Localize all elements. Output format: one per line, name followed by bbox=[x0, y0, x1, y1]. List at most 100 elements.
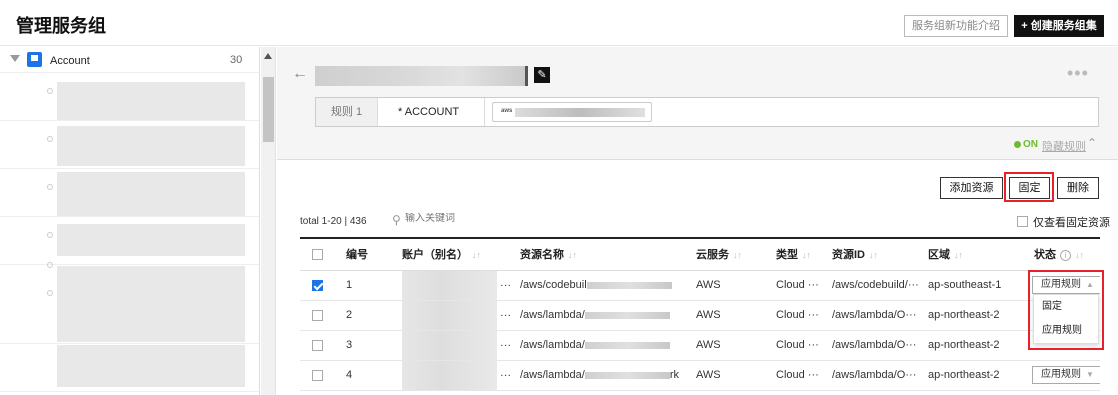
table-row[interactable]: 1 ··· /aws/codebuil AWS Cloud ··· /aws/c… bbox=[300, 270, 1100, 301]
highlight-box bbox=[1004, 172, 1054, 202]
column-header-region[interactable]: 区域 ↓↑ bbox=[928, 237, 1028, 271]
rule-row: 规则 1 * ACCOUNT aws bbox=[315, 97, 1099, 127]
row-checkbox-cell[interactable] bbox=[300, 360, 346, 391]
tree-item[interactable] bbox=[0, 122, 259, 169]
service-group-tree: Account 30 bbox=[0, 47, 260, 395]
select-all-cell[interactable] bbox=[300, 237, 346, 271]
sort-icon[interactable]: ↓↑ bbox=[472, 250, 481, 260]
sort-icon[interactable]: ↓↑ bbox=[568, 250, 577, 260]
scroll-up-arrow-icon[interactable] bbox=[264, 53, 272, 59]
radio-icon[interactable] bbox=[47, 290, 53, 296]
resource-name-cell: /aws/codebuil bbox=[520, 270, 696, 301]
row-checkbox-cell[interactable] bbox=[300, 270, 346, 301]
more-options-icon[interactable]: ••• bbox=[1067, 63, 1089, 84]
sort-icon[interactable]: ↓↑ bbox=[1075, 250, 1084, 260]
back-arrow-icon[interactable]: ← bbox=[292, 65, 308, 83]
row-no: 1 bbox=[346, 270, 402, 301]
chevron-up-icon[interactable]: ⌃ bbox=[1087, 136, 1097, 150]
resource-name-cell: /aws/lambda/rk bbox=[520, 360, 696, 391]
resource-id-cell: /aws/lambda/O··· bbox=[832, 330, 928, 361]
sort-icon[interactable]: ↓↑ bbox=[954, 250, 963, 260]
resource-name-redacted bbox=[584, 341, 670, 349]
table-row[interactable]: 2 ··· /aws/lambda/ AWS Cloud ··· /aws/la… bbox=[300, 300, 1100, 331]
radio-icon[interactable] bbox=[47, 184, 53, 190]
radio-icon[interactable] bbox=[47, 136, 53, 142]
region-cell: ap-northeast-2 bbox=[928, 360, 1028, 391]
row-checkbox-cell[interactable] bbox=[300, 330, 346, 361]
type-cell: Cloud ··· bbox=[776, 360, 832, 391]
rule-value-tag[interactable]: aws bbox=[492, 102, 652, 122]
sort-icon[interactable]: ↓↑ bbox=[802, 250, 811, 260]
table-header-row: 编号 账户（别名） ↓↑ 资源名称 ↓↑ 云服务 ↓↑ 类型 ↓↑ 资源ID ↓↑ 区域 ↓… bbox=[300, 237, 1100, 271]
edit-pencil-icon[interactable]: ✎ bbox=[534, 67, 550, 83]
group-detail-panel: ← ✎ ••• 规则 1 * ACCOUNT aws ON 隐藏规则 ⌃ bbox=[277, 47, 1118, 160]
column-header-resource-id[interactable]: 资源ID ↓↑ bbox=[832, 237, 928, 271]
resource-name-cell: /aws/lambda/ bbox=[520, 300, 696, 331]
redacted-item-name bbox=[57, 345, 245, 387]
table-row[interactable]: 3 ··· /aws/lambda/ AWS Cloud ··· /aws/la… bbox=[300, 330, 1100, 361]
delete-button[interactable]: 删除 bbox=[1057, 177, 1099, 199]
account-redacted bbox=[402, 300, 497, 329]
resource-name-redacted bbox=[586, 281, 672, 289]
radio-icon[interactable] bbox=[47, 232, 53, 238]
row-checkbox[interactable] bbox=[312, 369, 323, 381]
column-header-type[interactable]: 类型 ↓↑ bbox=[776, 237, 832, 271]
resource-id-cell: /aws/codebuild/··· bbox=[832, 270, 928, 301]
total-count: total 1-20 | 436 bbox=[300, 216, 367, 227]
column-header-cloud-service[interactable]: 云服务 ↓↑ bbox=[696, 237, 776, 271]
row-no: 3 bbox=[346, 330, 402, 361]
redacted-item-name bbox=[57, 172, 245, 216]
top-bar: 管理服务组 服务组新功能介绍 + 创建服务组集 bbox=[0, 0, 1118, 46]
column-header-no: 编号 bbox=[346, 237, 402, 271]
resource-table: 编号 账户（别名） ↓↑ 资源名称 ↓↑ 云服务 ↓↑ 类型 ↓↑ 资源ID ↓↑ 区域 ↓… bbox=[300, 237, 1100, 391]
search-icon: ⚲ bbox=[392, 213, 401, 227]
status-on-dot-icon bbox=[1014, 141, 1021, 148]
tree-root-account[interactable]: Account 30 bbox=[0, 47, 259, 73]
account-cell: ··· bbox=[402, 360, 520, 391]
radio-icon[interactable] bbox=[47, 262, 53, 268]
feature-intro-button[interactable]: 服务组新功能介绍 bbox=[904, 15, 1008, 37]
tree-item[interactable] bbox=[0, 345, 259, 392]
row-checkbox-cell[interactable] bbox=[300, 300, 346, 331]
column-header-resource-name[interactable]: 资源名称 ↓↑ bbox=[520, 237, 696, 271]
info-icon[interactable]: i bbox=[1060, 250, 1071, 262]
region-cell: ap-southeast-1 bbox=[928, 270, 1028, 301]
fixed-only-filter[interactable]: 仅查看固定资源 bbox=[1017, 215, 1110, 229]
scroll-thumb[interactable] bbox=[263, 77, 274, 142]
account-cell: ··· bbox=[402, 330, 520, 361]
hide-rule-link[interactable]: 隐藏规则 bbox=[1042, 138, 1086, 154]
rule-key: * ACCOUNT bbox=[398, 106, 460, 118]
tree-item[interactable] bbox=[0, 170, 259, 217]
row-checkbox[interactable] bbox=[312, 279, 323, 291]
sort-icon[interactable]: ↓↑ bbox=[869, 250, 878, 260]
flag-icon bbox=[27, 52, 42, 67]
radio-icon[interactable] bbox=[47, 88, 53, 94]
caret-down-icon: ▼ bbox=[1086, 370, 1094, 379]
tree-root-count: 30 bbox=[230, 54, 243, 66]
type-cell: Cloud ··· bbox=[776, 330, 832, 361]
search-input[interactable] bbox=[405, 213, 605, 224]
divider bbox=[484, 98, 485, 126]
status-dropdown[interactable]: 应用规则 ▼ bbox=[1032, 366, 1100, 384]
column-header-status[interactable]: 状态 i ↓↑ bbox=[1028, 237, 1100, 271]
tree-scrollbar[interactable] bbox=[261, 47, 276, 395]
status-cell: 应用规则 ▼ bbox=[1028, 360, 1100, 391]
column-header-account[interactable]: 账户（别名） ↓↑ bbox=[402, 237, 520, 271]
collapse-arrow-icon[interactable] bbox=[10, 55, 20, 62]
row-checkbox[interactable] bbox=[312, 309, 323, 321]
add-resource-button[interactable]: 添加资源 bbox=[940, 177, 1003, 199]
tree-item[interactable] bbox=[0, 74, 259, 121]
resource-id-cell: /aws/lambda/O··· bbox=[832, 300, 928, 331]
tree-item[interactable] bbox=[0, 218, 259, 265]
redacted-item-name bbox=[57, 266, 245, 342]
resource-name-cell: /aws/lambda/ bbox=[520, 330, 696, 361]
select-all-checkbox[interactable] bbox=[312, 248, 323, 260]
create-service-group-button[interactable]: + 创建服务组集 bbox=[1014, 15, 1104, 37]
account-cell: ··· bbox=[402, 270, 520, 301]
fixed-only-checkbox[interactable] bbox=[1017, 215, 1028, 227]
sort-icon[interactable]: ↓↑ bbox=[733, 250, 742, 260]
row-checkbox[interactable] bbox=[312, 339, 323, 351]
tree-item[interactable] bbox=[0, 262, 259, 344]
table-row[interactable]: 4 ··· /aws/lambda/rk AWS Cloud ··· /aws/… bbox=[300, 360, 1100, 391]
aws-icon: aws bbox=[501, 108, 513, 114]
